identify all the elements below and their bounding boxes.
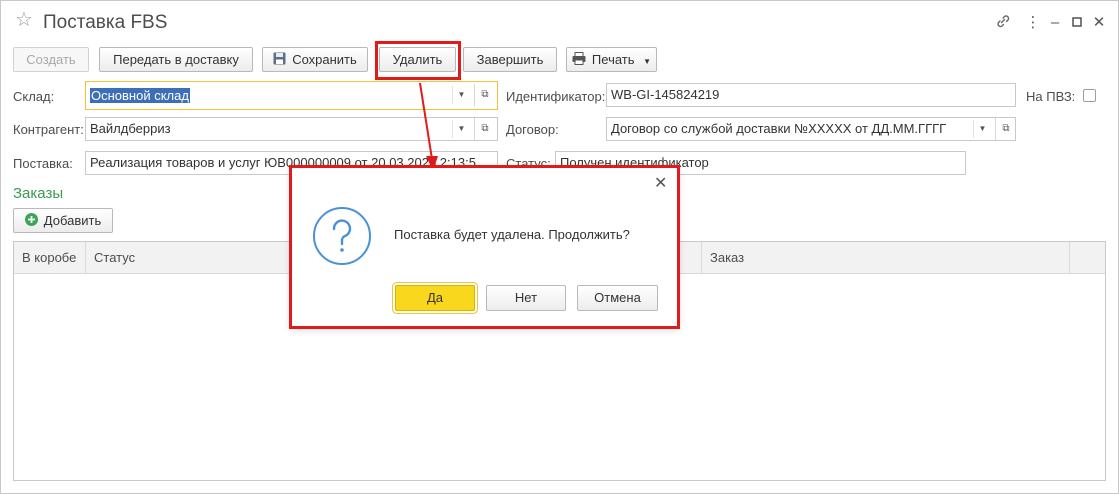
highlight-confirm-dialog [289,165,680,329]
document-window: ☆ Поставка FBS ⋮ – ✕ Создать Передать в … [0,0,1119,494]
